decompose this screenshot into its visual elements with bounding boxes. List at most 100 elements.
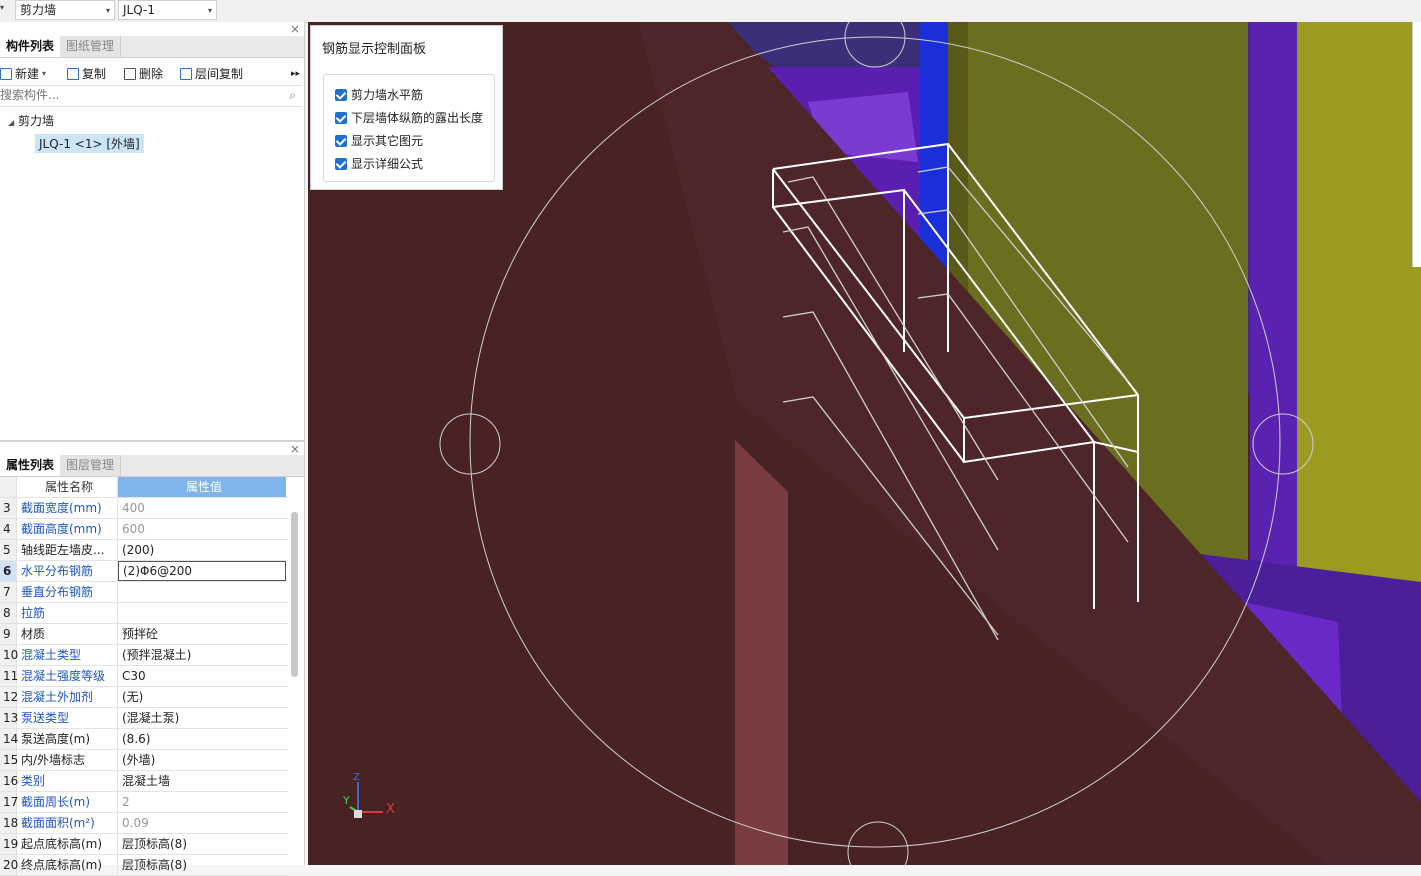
new-icon bbox=[0, 68, 12, 80]
property-name: 混凝土外加剂 bbox=[18, 687, 118, 707]
property-value[interactable]: 层顶标高(8) bbox=[118, 855, 286, 875]
new-label: 新建 bbox=[15, 67, 40, 81]
property-row[interactable]: 20 终点底标高(m) 层顶标高(8) bbox=[0, 855, 288, 876]
property-value[interactable]: (200) bbox=[118, 540, 286, 560]
property-name: 终点底标高(m) bbox=[18, 855, 118, 875]
floor-copy-icon bbox=[180, 68, 192, 80]
panel-title: 钢筋显示控制面板 bbox=[322, 42, 427, 57]
property-value[interactable]: 预拌砼 bbox=[118, 624, 286, 644]
copy-button[interactable]: 复制 bbox=[67, 65, 106, 83]
pink-pillar bbox=[735, 440, 788, 865]
property-row[interactable]: 13 泵送类型 (混凝土泵) bbox=[0, 708, 288, 729]
row-number: 4 bbox=[0, 519, 17, 539]
row-number: 3 bbox=[0, 498, 17, 518]
row-number: 11 bbox=[0, 666, 18, 686]
close-icon[interactable]: × bbox=[290, 22, 300, 36]
property-value[interactable]: 2 bbox=[118, 792, 286, 812]
property-value[interactable]: (8.6) bbox=[118, 729, 286, 749]
row-number: 19 bbox=[0, 834, 18, 854]
property-value[interactable]: (混凝土泵) bbox=[118, 708, 286, 728]
property-row[interactable]: 3 截面宽度(mm) 400 bbox=[0, 498, 288, 519]
property-row[interactable]: 16 类别 混凝土墙 bbox=[0, 771, 288, 792]
search-input[interactable] bbox=[0, 86, 270, 104]
property-row[interactable]: 11 混凝土强度等级 C30 bbox=[0, 666, 288, 687]
property-value[interactable]: C30 bbox=[118, 666, 286, 686]
option-label: 下层墙体纵筋的露出长度 bbox=[351, 111, 484, 125]
property-row[interactable]: 7 垂直分布钢筋 bbox=[0, 582, 288, 603]
tab-property-list[interactable]: 属性列表 bbox=[0, 455, 62, 476]
option-label: 显示详细公式 bbox=[351, 157, 424, 171]
delete-button[interactable]: 删除 bbox=[124, 65, 163, 83]
tab-component-list[interactable]: 构件列表 bbox=[0, 36, 62, 57]
copy-label: 复制 bbox=[82, 67, 107, 81]
chevron-down-icon[interactable]: ▾ bbox=[42, 65, 46, 83]
splitter[interactable] bbox=[0, 440, 304, 442]
property-value[interactable] bbox=[118, 582, 286, 602]
component-name-combo[interactable]: JLQ-1 ▾ bbox=[118, 0, 217, 20]
property-row[interactable]: 17 截面周长(m) 2 bbox=[0, 792, 288, 813]
property-scrollbar[interactable] bbox=[291, 512, 298, 677]
property-value[interactable]: 层顶标高(8) bbox=[118, 834, 286, 854]
property-name-header: 属性名称 bbox=[18, 477, 118, 497]
property-name: 类别 bbox=[18, 771, 118, 791]
tab-drawing-management[interactable]: 图纸管理 bbox=[60, 36, 122, 57]
row-number: 5 bbox=[0, 540, 17, 560]
checkbox-checked-icon[interactable] bbox=[335, 88, 347, 101]
option-shear-wall-horizontal[interactable]: 剪力墙水平筋 bbox=[335, 86, 423, 103]
property-row[interactable]: 12 混凝土外加剂 (无) bbox=[0, 687, 288, 708]
tab-layer-management[interactable]: 图层管理 bbox=[60, 455, 122, 476]
property-name: 起点底标高(m) bbox=[18, 834, 118, 854]
property-value[interactable]: 600 bbox=[118, 519, 286, 539]
property-value[interactable] bbox=[118, 603, 286, 623]
checkbox-checked-icon[interactable] bbox=[335, 111, 347, 124]
row-number: 14 bbox=[0, 729, 18, 749]
property-row[interactable]: 15 内/外墙标志 (外墙) bbox=[0, 750, 288, 771]
property-value[interactable]: (无) bbox=[118, 687, 286, 707]
component-type-combo[interactable]: 剪力墙 ▾ bbox=[15, 0, 115, 20]
component-toolbar: 新建 ▾ 复制 删除 层间复制 ▸▸ bbox=[0, 63, 304, 84]
property-value[interactable]: (外墙) bbox=[118, 750, 286, 770]
row-number: 18 bbox=[0, 813, 18, 833]
property-value[interactable]: 混凝土墙 bbox=[118, 771, 286, 791]
floor-copy-button[interactable]: 层间复制 bbox=[180, 65, 243, 83]
row-number: 16 bbox=[0, 771, 18, 791]
caret-down-icon[interactable]: ◢ bbox=[8, 118, 14, 127]
property-name: 泵送类型 bbox=[18, 708, 118, 728]
chevron-down-icon[interactable]: ▾ bbox=[0, 3, 4, 12]
close-icon[interactable]: × bbox=[290, 442, 300, 456]
option-show-other-elements[interactable]: 显示其它图元 bbox=[335, 132, 423, 149]
option-label: 剪力墙水平筋 bbox=[351, 88, 424, 102]
property-row[interactable]: 14 泵送高度(m) (8.6) bbox=[0, 729, 288, 750]
tree-item-jlq1[interactable]: JLQ-1 <1> [外墙] bbox=[35, 134, 144, 153]
property-row[interactable]: 5 轴线距左墙皮... (200) bbox=[0, 540, 288, 561]
property-row[interactable]: 10 混凝土类型 (预拌混凝土) bbox=[0, 645, 288, 666]
axis-y-label: Y bbox=[343, 794, 350, 807]
property-row[interactable]: 18 截面面积(m²) 0.09 bbox=[0, 813, 288, 834]
top-toolbar: ▾ 剪力墙 ▾ JLQ-1 ▾ bbox=[0, 0, 1421, 23]
checkbox-checked-icon[interactable] bbox=[335, 134, 347, 147]
option-show-detailed-formula[interactable]: 显示详细公式 bbox=[335, 155, 423, 172]
option-lower-wall-exposure[interactable]: 下层墙体纵筋的露出长度 bbox=[335, 109, 483, 126]
property-row[interactable]: 8 拉筋 bbox=[0, 603, 288, 624]
search-icon[interactable]: ⌕ bbox=[289, 88, 296, 103]
property-row[interactable]: 9 材质 预拌砼 bbox=[0, 624, 288, 645]
component-name-value: JLQ-1 bbox=[123, 3, 155, 17]
property-value[interactable]: 400 bbox=[118, 498, 286, 518]
component-tabs: 构件列表 图纸管理 bbox=[0, 36, 304, 58]
more-icon[interactable]: ▸▸ bbox=[291, 65, 300, 83]
tree-group-label: 剪力墙 bbox=[17, 114, 54, 128]
row-number-header bbox=[0, 477, 17, 497]
property-row[interactable]: 19 起点底标高(m) 层顶标高(8) bbox=[0, 834, 288, 855]
checkbox-checked-icon[interactable] bbox=[335, 157, 347, 170]
property-name: 截面高度(mm) bbox=[18, 519, 118, 539]
new-button[interactable]: 新建 ▾ bbox=[0, 65, 46, 83]
tree-group-shear-wall[interactable]: ◢ 剪力墙 bbox=[8, 112, 54, 129]
property-row[interactable]: 6 水平分布钢筋 (2)Φ6@200 bbox=[0, 561, 288, 582]
property-value[interactable]: (2)Φ6@200 bbox=[118, 561, 286, 581]
option-label: 显示其它图元 bbox=[351, 134, 424, 148]
row-number: 17 bbox=[0, 792, 18, 812]
property-row[interactable]: 4 截面高度(mm) 600 bbox=[0, 519, 288, 540]
property-value[interactable]: (预拌混凝土) bbox=[118, 645, 286, 665]
property-value[interactable]: 0.09 bbox=[118, 813, 286, 833]
right-floating-toolbar[interactable] bbox=[1412, 22, 1421, 267]
